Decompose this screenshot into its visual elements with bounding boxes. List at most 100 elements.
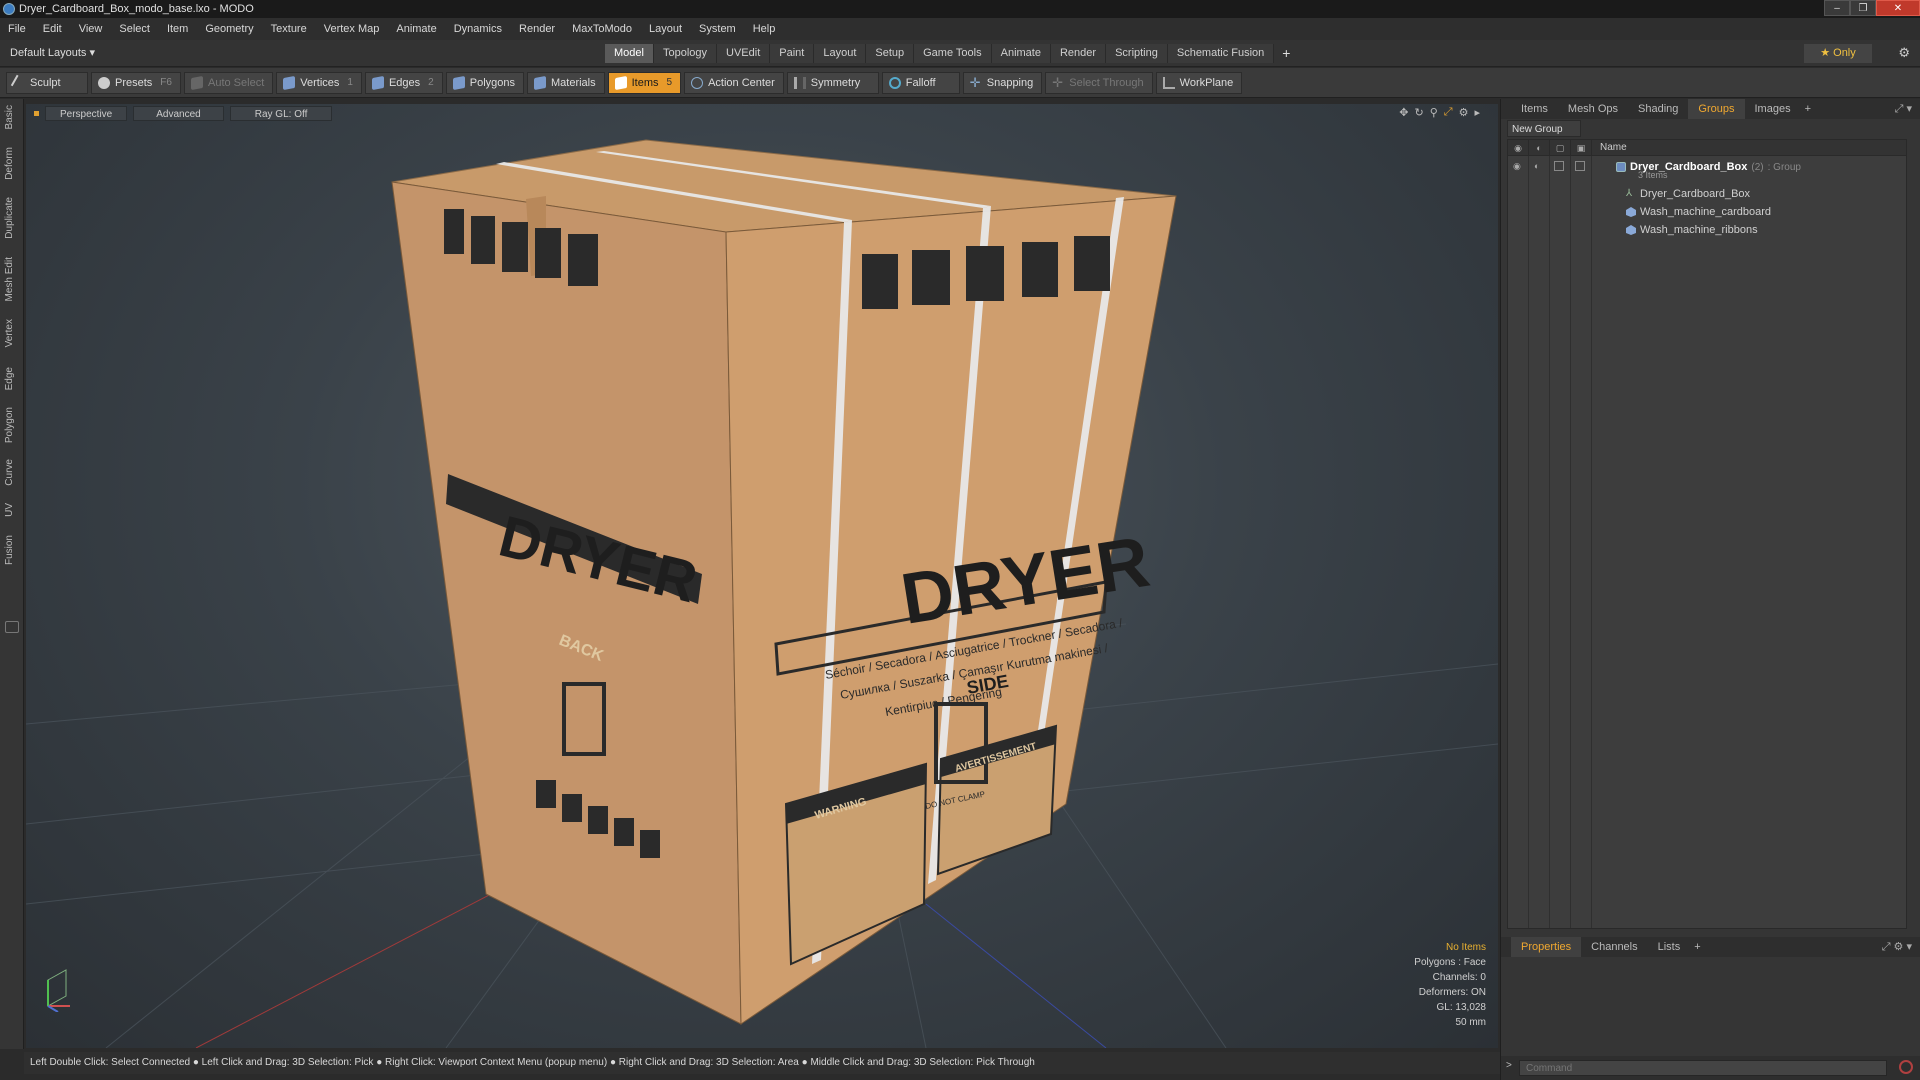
items-button[interactable]: Items 5: [607, 71, 682, 94]
command-input[interactable]: [1519, 1060, 1887, 1076]
menu-file[interactable]: File: [8, 23, 26, 35]
vtab-basic[interactable]: Basic: [4, 105, 15, 129]
only-toggle[interactable]: ★ Only: [1804, 44, 1872, 63]
axis-gizmo-icon: [47, 969, 70, 1012]
close-button[interactable]: ✕: [1876, 0, 1920, 16]
menu-help[interactable]: Help: [753, 23, 776, 35]
viewport-menu-icon[interactable]: [34, 110, 39, 116]
vertices-button[interactable]: Vertices 1: [276, 71, 362, 94]
tab-shading[interactable]: Shading: [1628, 99, 1688, 119]
add-props-tab-button[interactable]: +: [1694, 941, 1700, 953]
props-expand-icon[interactable]: ⤢ ⚙ ▾: [1882, 940, 1912, 954]
tab-model[interactable]: Model: [605, 44, 654, 63]
command-history-icon[interactable]: >: [1506, 1060, 1512, 1071]
vtab-duplicate[interactable]: Duplicate: [4, 197, 15, 239]
menu-item[interactable]: Item: [167, 23, 188, 35]
panel-expand-icon[interactable]: ⤢ ▾: [1895, 102, 1912, 116]
view-mode-button[interactable]: Perspective: [45, 105, 128, 121]
menu-view[interactable]: View: [79, 23, 103, 35]
symmetry-button[interactable]: Symmetry: [786, 71, 879, 94]
default-layouts-dropdown[interactable]: Default Layouts ▾: [10, 46, 95, 59]
minimize-button[interactable]: –: [1824, 0, 1850, 16]
group-select-toggle[interactable]: [1575, 161, 1585, 171]
tab-items[interactable]: Items: [1511, 99, 1558, 119]
render-col-icon[interactable]: ◐: [1529, 139, 1550, 156]
snapping-button[interactable]: ✛ Snapping: [962, 71, 1043, 94]
falloff-button[interactable]: Falloff: [881, 71, 960, 94]
menu-select[interactable]: Select: [119, 23, 150, 35]
gear-icon[interactable]: ⚙: [1898, 45, 1910, 61]
workplane-button[interactable]: WorkPlane: [1155, 71, 1243, 94]
auto-select-icon: [191, 75, 203, 90]
tab-lists[interactable]: Lists: [1648, 937, 1691, 957]
expand-arrow-icon[interactable]: ▸: [1474, 106, 1480, 119]
tab-topology[interactable]: Topology: [653, 44, 718, 63]
fit-icon[interactable]: ⤢: [1444, 106, 1453, 119]
pan-icon[interactable]: ✥: [1399, 106, 1408, 119]
visibility-col-icon[interactable]: ◉: [1508, 139, 1529, 156]
tab-schematic-fusion[interactable]: Schematic Fusion: [1167, 44, 1275, 63]
menu-layout[interactable]: Layout: [649, 23, 682, 35]
tab-setup[interactable]: Setup: [866, 44, 915, 63]
tab-layout[interactable]: Layout: [814, 44, 867, 63]
shading-mode-button[interactable]: Advanced: [133, 105, 224, 121]
record-macro-icon[interactable]: [1899, 1060, 1913, 1074]
menu-edit[interactable]: Edit: [43, 23, 62, 35]
polygons-button[interactable]: Polygons: [445, 71, 524, 94]
new-group-button[interactable]: New Group: [1507, 120, 1581, 137]
tab-scripting[interactable]: Scripting: [1106, 44, 1168, 63]
auto-select-button[interactable]: Auto Select: [184, 71, 274, 94]
tab-channels[interactable]: Channels: [1581, 937, 1647, 957]
tab-animate[interactable]: Animate: [991, 44, 1051, 63]
sculpt-button[interactable]: Sculpt: [6, 71, 88, 94]
lock-col-icon[interactable]: ▢: [1550, 139, 1571, 156]
menu-system[interactable]: System: [699, 23, 736, 35]
menu-maxtomodo[interactable]: MaxToModo: [572, 23, 632, 35]
vtab-curve[interactable]: Curve: [4, 459, 15, 486]
title-bar: Dryer_Cardboard_Box_modo_base.lxo - MODO…: [0, 0, 1920, 18]
palette-toggle-icon[interactable]: [5, 621, 19, 633]
tab-properties[interactable]: Properties: [1511, 937, 1582, 957]
list-item[interactable]: ⅄ Dryer_Cardboard_Box: [1626, 185, 1750, 203]
select-col-icon[interactable]: ▣: [1571, 139, 1592, 156]
tab-mesh-ops[interactable]: Mesh Ops: [1558, 99, 1628, 119]
tab-paint[interactable]: Paint: [770, 44, 815, 63]
rotate-icon[interactable]: ↻: [1415, 106, 1424, 119]
menu-texture[interactable]: Texture: [271, 23, 307, 35]
select-through-button[interactable]: ✛ Select Through: [1045, 71, 1153, 94]
zoom-icon[interactable]: ⚲: [1430, 106, 1438, 119]
vtab-edge[interactable]: Edge: [4, 367, 15, 390]
vtab-polygon[interactable]: Polygon: [4, 407, 15, 443]
vtab-fusion[interactable]: Fusion: [4, 535, 15, 565]
list-item[interactable]: Wash_machine_ribbons: [1626, 221, 1758, 239]
3d-viewport[interactable]: DRYER DRYER BACK SIDE Séchoir / Secadora…: [26, 104, 1498, 1048]
ray-gl-button[interactable]: Ray GL: Off: [229, 105, 333, 121]
vtab-mesh-edit[interactable]: Mesh Edit: [4, 257, 15, 301]
action-center-button[interactable]: Action Center: [684, 71, 784, 94]
menu-dynamics[interactable]: Dynamics: [454, 23, 502, 35]
add-tab-button[interactable]: +: [1282, 44, 1290, 63]
add-panel-tab-button[interactable]: +: [1805, 103, 1811, 115]
vtab-vertex[interactable]: Vertex: [4, 319, 15, 347]
menu-render[interactable]: Render: [519, 23, 555, 35]
tab-groups[interactable]: Groups: [1688, 99, 1745, 119]
vtab-deform[interactable]: Deform: [4, 147, 15, 180]
group-lock-toggle[interactable]: [1554, 161, 1564, 171]
presets-button[interactable]: Presets F6: [91, 71, 181, 94]
tab-render[interactable]: Render: [1050, 44, 1107, 63]
tab-game-tools[interactable]: Game Tools: [914, 44, 992, 63]
maximize-button[interactable]: ❐: [1850, 0, 1876, 16]
materials-button[interactable]: Materials: [527, 71, 605, 94]
viewport-settings-icon[interactable]: ⚙: [1459, 106, 1469, 119]
group-render-toggle[interactable]: ◐: [1534, 161, 1539, 171]
list-item[interactable]: Wash_machine_cardboard: [1626, 203, 1771, 221]
menu-animate[interactable]: Animate: [396, 23, 436, 35]
edges-count: 2: [428, 77, 434, 88]
edges-button[interactable]: Edges 2: [364, 71, 443, 94]
menu-vertex-map[interactable]: Vertex Map: [324, 23, 380, 35]
vtab-uv[interactable]: UV: [4, 503, 15, 517]
tab-images[interactable]: Images: [1745, 99, 1801, 119]
group-visibility-toggle[interactable]: ◉: [1513, 161, 1521, 172]
menu-geometry[interactable]: Geometry: [205, 23, 253, 35]
tab-uvedit[interactable]: UVEdit: [717, 44, 771, 63]
